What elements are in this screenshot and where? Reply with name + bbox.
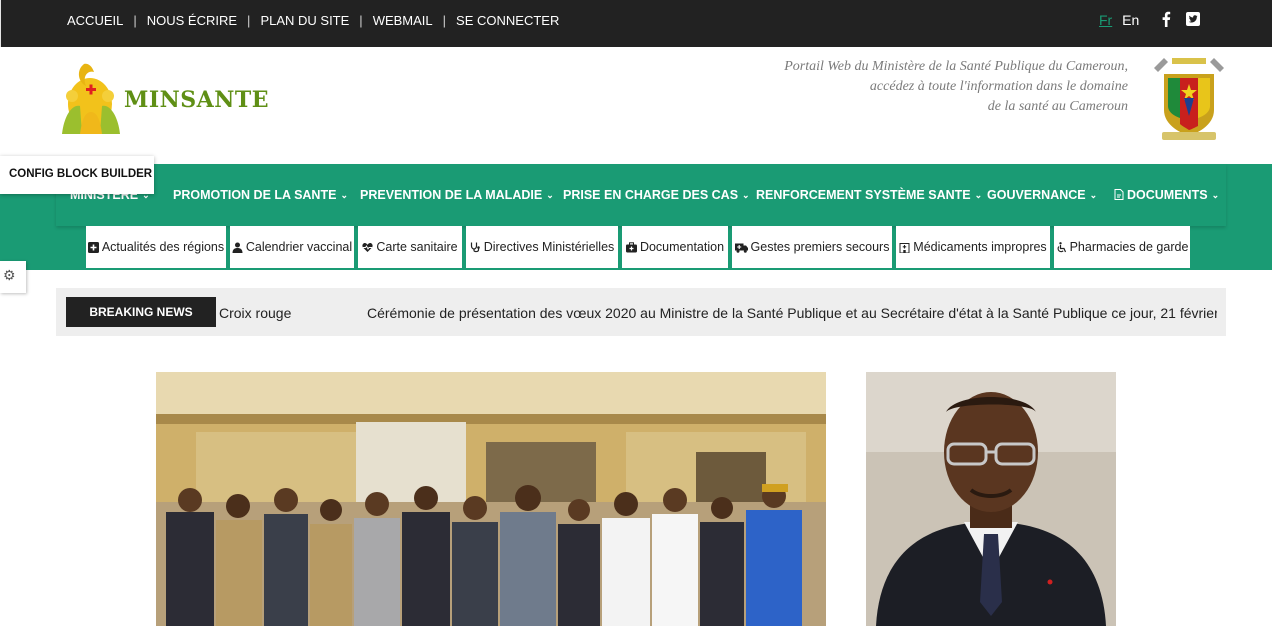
nav-gouvernance[interactable]: GOUVERNANCE ⌄ xyxy=(987,188,1097,202)
header-tagline: Portail Web du Ministère de la Santé Pub… xyxy=(708,57,1128,117)
subnav-directives-ministerielles[interactable]: Directives Ministérielles xyxy=(466,226,618,268)
link-nous-ecrire[interactable]: NOUS ÉCRIRE xyxy=(147,13,237,28)
gears-icon: ⚙ xyxy=(3,267,16,283)
subnav-label: Pharmacies de garde xyxy=(1069,240,1189,254)
nav-prise-en-charge[interactable]: PRISE EN CHARGE DES CAS ⌄ xyxy=(563,188,750,202)
subnav-label: Gestes premiers secours xyxy=(750,240,890,254)
file-pdf-icon xyxy=(1114,189,1124,200)
tagline-line: Portail Web du Ministère de la Santé Pub… xyxy=(784,59,1128,74)
subnav-label: Calendrier vaccinal xyxy=(245,240,353,254)
main-navigation: MINISTERE ⌄ PROMOTION DE LA SANTE ⌄ PREVEN… xyxy=(56,164,1226,226)
nav-label: DOCUMENTS xyxy=(1127,188,1208,202)
separator: | xyxy=(247,13,251,28)
link-webmail[interactable]: WEBMAIL xyxy=(373,13,433,28)
nav-prevention-maladie[interactable]: PREVENTION DE LA MALADIE ⌄ xyxy=(360,188,554,202)
nav-documents[interactable]: DOCUMENTS ⌄ xyxy=(1114,188,1219,202)
chevron-down-icon: ⌄ xyxy=(1089,190,1098,200)
news-item[interactable]: Croix rouge xyxy=(219,305,291,321)
separator: | xyxy=(133,13,137,28)
group-photo-image xyxy=(156,372,826,626)
nav-label: PROMOTION DE LA SANTE xyxy=(173,188,337,202)
plus-square-icon xyxy=(87,241,99,253)
language-switcher: Fr En xyxy=(1099,12,1139,28)
tagline-line: accédez à toute l'information dans le do… xyxy=(869,79,1128,94)
featured-news-photo[interactable] xyxy=(156,372,826,626)
subnav-label: Carte sanitaire xyxy=(376,240,458,254)
top-bar: ACCUEIL | NOUS ÉCRIRE | PLAN DU SITE | W… xyxy=(0,0,1272,47)
separator: | xyxy=(442,13,447,28)
ambulance-icon xyxy=(734,243,748,253)
medkit-icon xyxy=(625,241,637,252)
nav-label: PRISE EN CHARGE DES CAS xyxy=(563,188,739,202)
nav-label: RENFORCEMENT SYSTÈME SANTE xyxy=(756,188,971,202)
settings-toggle[interactable]: ⚙ xyxy=(0,261,26,293)
subnav-label: Directives Ministérielles xyxy=(483,240,615,254)
cameroon-coat-of-arms xyxy=(1154,58,1224,140)
subnav-label: Documentation xyxy=(639,240,725,254)
news-item[interactable]: Cérémonie de présentation des vœux 2020 … xyxy=(367,305,1217,321)
breaking-news-label: BREAKING NEWS xyxy=(66,297,216,327)
link-se-connecter[interactable]: SE CONNECTER xyxy=(456,13,559,28)
user-md-icon xyxy=(232,242,243,253)
link-accueil[interactable]: ACCUEIL xyxy=(67,13,123,28)
breaking-news-bar: BREAKING NEWS Croix rouge Cérémonie de p… xyxy=(56,288,1226,336)
hospital-icon xyxy=(899,242,910,253)
link-plan-du-site[interactable]: PLAN DU SITE xyxy=(260,13,349,28)
minister-portrait[interactable] xyxy=(866,372,1116,626)
subnav-pharmacies-de-garde[interactable]: Pharmacies de garde xyxy=(1054,226,1190,268)
separator: | xyxy=(359,13,363,28)
minister-portrait-image xyxy=(866,372,1116,626)
subnav-label: Actualités des régions xyxy=(101,240,225,254)
nav-label: PREVENTION DE LA MALADIE xyxy=(360,188,543,202)
tagline-line: de la santé au Cameroun xyxy=(987,99,1128,114)
chevron-down-icon: ⌄ xyxy=(546,190,554,200)
minsante-logo[interactable] xyxy=(58,60,124,138)
subnav-calendrier-vaccinal[interactable]: Calendrier vaccinal xyxy=(230,226,354,268)
chevron-down-icon: ⌄ xyxy=(974,190,983,200)
stethoscope-icon xyxy=(470,242,480,252)
subnav-medicaments-impropres[interactable]: Médicaments impropres xyxy=(896,226,1050,268)
subnav-carte-sanitaire[interactable]: Carte sanitaire xyxy=(358,226,462,268)
facebook-icon[interactable] xyxy=(1159,11,1173,27)
heartbeat-icon xyxy=(362,242,373,252)
logo-text[interactable]: MINSANTE xyxy=(124,87,269,113)
chevron-down-icon: ⌄ xyxy=(340,190,348,200)
nav-renforcement-systeme[interactable]: RENFORCEMENT SYSTÈME SANTE ⌄ xyxy=(756,188,982,202)
chevron-down-icon: ⌄ xyxy=(742,190,750,200)
nav-label: GOUVERNANCE xyxy=(987,188,1086,202)
lang-en-link[interactable]: En xyxy=(1122,12,1139,28)
top-links: ACCUEIL | NOUS ÉCRIRE | PLAN DU SITE | W… xyxy=(67,13,559,28)
wheelchair-icon xyxy=(1057,241,1066,252)
config-block-builder[interactable]: CONFIG BLOCK BUILDER xyxy=(0,156,154,194)
subnav-documentation[interactable]: Documentation xyxy=(622,226,728,268)
subnav-gestes-premiers-secours[interactable]: Gestes premiers secours xyxy=(732,226,892,268)
chevron-down-icon: ⌄ xyxy=(1211,190,1220,200)
twitter-square-icon[interactable] xyxy=(1186,11,1200,27)
subnav-label: Médicaments impropres xyxy=(913,240,1047,254)
subnav-actualites-regions[interactable]: Actualités des régions xyxy=(86,226,226,268)
nav-promotion-sante[interactable]: PROMOTION DE LA SANTE ⌄ xyxy=(173,188,348,202)
lang-fr-link[interactable]: Fr xyxy=(1099,12,1112,28)
